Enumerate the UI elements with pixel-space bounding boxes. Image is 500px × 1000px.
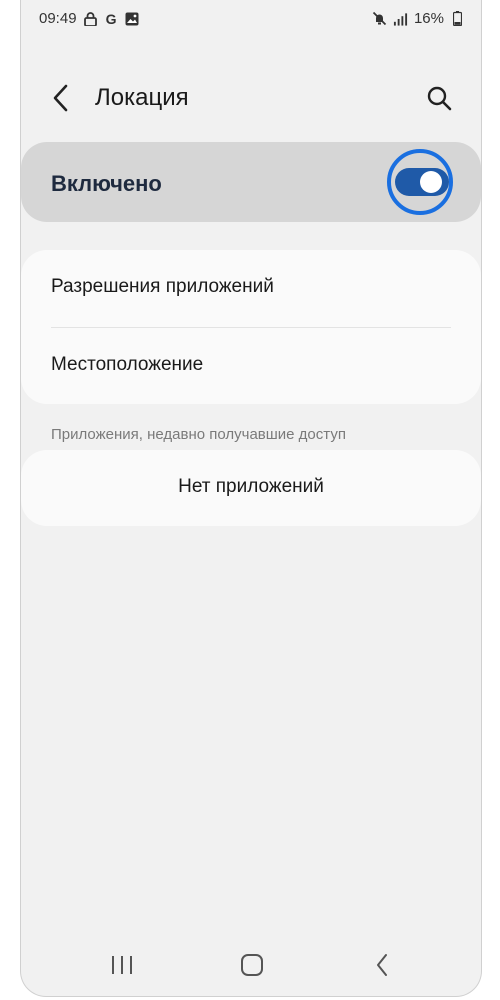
status-time: 09:49 — [39, 10, 77, 27]
back-arrow-icon — [53, 84, 68, 112]
settings-card: Разрешения приложений Местоположение — [21, 250, 481, 404]
signal-icon — [393, 11, 408, 26]
lock-icon — [83, 11, 98, 26]
location-services-item[interactable]: Местоположение — [21, 328, 481, 404]
app-permissions-item[interactable]: Разрешения приложений — [21, 250, 481, 326]
mute-icon — [372, 11, 387, 26]
battery-icon — [450, 11, 465, 26]
home-button[interactable] — [227, 945, 277, 985]
google-icon: G — [105, 10, 117, 27]
location-master-toggle[interactable]: Включено — [21, 142, 481, 222]
status-left: 09:49 G — [39, 10, 140, 27]
battery-percent: 16% — [413, 10, 444, 27]
status-bar: 09:49 G 16% — [21, 0, 481, 40]
toggle-label: Включено — [51, 171, 162, 196]
home-icon — [241, 954, 263, 976]
back-button[interactable] — [41, 78, 81, 118]
page-title: Локация — [95, 84, 189, 111]
navigation-bar — [21, 940, 481, 990]
recents-icon — [112, 956, 132, 974]
gallery-icon — [125, 11, 140, 26]
no-apps-text: Нет приложений — [178, 476, 324, 497]
recents-button[interactable] — [97, 945, 147, 985]
toggle-switch-thumb — [420, 171, 442, 193]
recent-access-header: Приложения, недавно получавшие доступ — [51, 426, 346, 443]
settings-item-label: Разрешения приложений — [51, 276, 274, 297]
nav-back-button[interactable] — [357, 945, 407, 985]
phone-screen: 09:49 G 16% Локация Включено Разрешения … — [20, 0, 482, 997]
recent-apps-card: Нет приложений — [21, 450, 481, 526]
settings-item-label: Местоположение — [51, 354, 204, 375]
search-icon — [427, 86, 452, 111]
back-icon — [377, 954, 387, 976]
search-button[interactable] — [419, 78, 459, 118]
status-right: 16% — [372, 10, 465, 27]
